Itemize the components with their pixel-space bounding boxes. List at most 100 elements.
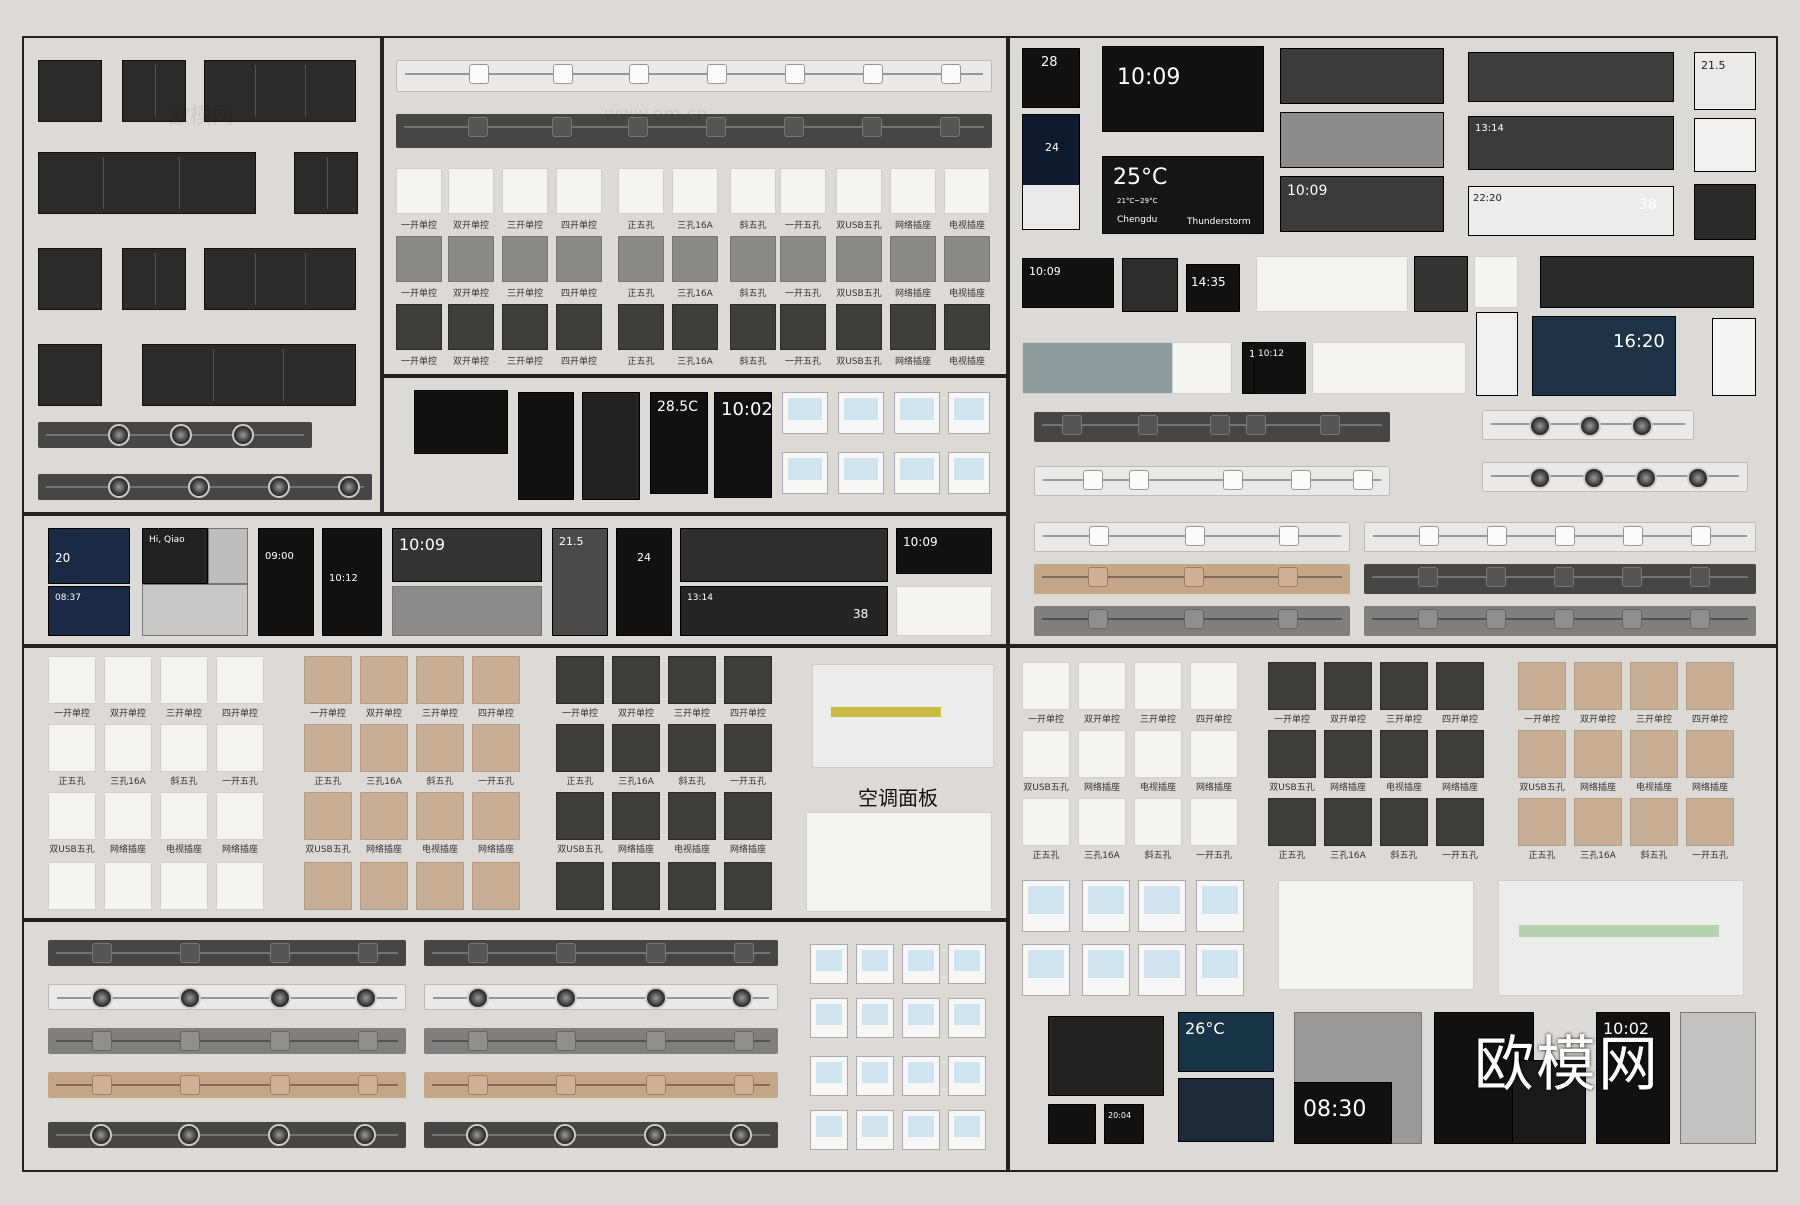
switch-label: 一开五孔 bbox=[784, 289, 821, 299]
switch-tile bbox=[396, 304, 442, 350]
switch-tile bbox=[944, 236, 990, 282]
switch-label: 双开单控 bbox=[1083, 715, 1120, 725]
switch-tile bbox=[48, 656, 96, 704]
switch-label: 四开单控 bbox=[1441, 715, 1478, 725]
switch-tile bbox=[216, 792, 264, 840]
switch-tile bbox=[1078, 798, 1126, 846]
thermostat bbox=[948, 1110, 986, 1150]
switch-label: 正五孔 bbox=[1528, 851, 1556, 861]
smart-screen: 10:09 bbox=[896, 528, 992, 574]
smart-panel bbox=[1694, 118, 1756, 172]
switch-label: 三开单控 bbox=[506, 357, 543, 367]
switch-label: 一开五孔 bbox=[784, 357, 821, 367]
switch-label: 双开单控 bbox=[1579, 715, 1616, 725]
track-socket bbox=[424, 1122, 778, 1148]
switch-label: 四开单控 bbox=[560, 221, 597, 231]
smart-panel: 21.5 bbox=[1694, 52, 1756, 110]
smart-panel-white bbox=[1312, 342, 1466, 394]
smart-panel bbox=[1468, 52, 1674, 102]
track-socket bbox=[424, 940, 778, 966]
switch-label: 一开五孔 bbox=[784, 221, 821, 231]
smart-panel bbox=[1280, 48, 1444, 104]
switch-label: 网络插座 bbox=[109, 845, 146, 855]
switch-label: 双USB五孔 bbox=[49, 845, 95, 855]
switch-tile bbox=[556, 236, 602, 282]
switch-tile bbox=[724, 862, 772, 910]
thermostat bbox=[948, 1056, 986, 1096]
thermostat bbox=[1138, 944, 1186, 996]
thermostat bbox=[1022, 944, 1070, 996]
switch-label: 斜五孔 bbox=[426, 777, 454, 787]
switch-tile bbox=[1436, 662, 1484, 710]
switch-label: 斜五孔 bbox=[1640, 851, 1668, 861]
track-socket bbox=[1034, 564, 1350, 594]
switch-label: 网络插座 bbox=[1691, 783, 1728, 793]
switch-tile bbox=[304, 862, 352, 910]
smart-panel bbox=[1540, 256, 1754, 308]
switch-tile bbox=[836, 168, 882, 214]
switch-label: 双USB五孔 bbox=[836, 289, 882, 299]
switch-tile bbox=[668, 862, 716, 910]
track-socket bbox=[48, 1122, 406, 1148]
switch-label: 网络插座 bbox=[1195, 783, 1232, 793]
switch-tile bbox=[1686, 662, 1734, 710]
thermostat bbox=[838, 392, 884, 434]
switch-tile bbox=[1324, 730, 1372, 778]
switch-tile bbox=[672, 236, 718, 282]
switch-tile bbox=[1022, 730, 1070, 778]
switch-tile bbox=[890, 168, 936, 214]
thermostat bbox=[856, 1056, 894, 1096]
track-socket bbox=[1364, 522, 1756, 552]
distribution-box bbox=[1498, 880, 1744, 996]
track-socket-white bbox=[396, 60, 992, 92]
switch-label: 网络插座 bbox=[729, 845, 766, 855]
smart-screen: 28 bbox=[1022, 48, 1080, 108]
thermostat-display: 28.5C bbox=[650, 392, 708, 494]
switch-tile bbox=[1380, 798, 1428, 846]
switch-label: 三孔16A bbox=[618, 777, 654, 787]
smart-screen: 10:09 bbox=[392, 528, 542, 582]
distribution-box bbox=[812, 664, 994, 768]
smart-panel bbox=[1414, 256, 1468, 312]
switch-label: 三开单控 bbox=[165, 709, 202, 719]
switch-tile bbox=[160, 862, 208, 910]
switch-tile bbox=[472, 656, 520, 704]
switch-label: 双USB五孔 bbox=[557, 845, 603, 855]
smart-switch-screen bbox=[38, 248, 102, 310]
smart-panel-body bbox=[142, 584, 248, 636]
thermostat bbox=[1082, 944, 1130, 996]
switch-label: 三孔16A bbox=[110, 777, 146, 787]
switch-single bbox=[38, 344, 102, 406]
switch-tile bbox=[1574, 662, 1622, 710]
switch-label: 四开单控 bbox=[560, 357, 597, 367]
thermostat bbox=[782, 452, 828, 494]
switch-tile bbox=[472, 862, 520, 910]
switch-tile bbox=[502, 236, 548, 282]
switch-double bbox=[294, 152, 358, 214]
switch-label: 正五孔 bbox=[58, 777, 86, 787]
switch-label: 电视插座 bbox=[165, 845, 202, 855]
thermostat bbox=[948, 392, 990, 434]
thermostat bbox=[894, 392, 940, 434]
switch-label: 一开单控 bbox=[400, 357, 437, 367]
switch-tile bbox=[472, 724, 520, 772]
smart-switch-screen bbox=[38, 60, 102, 122]
thermostat bbox=[810, 998, 848, 1038]
switch-tile bbox=[1380, 662, 1428, 710]
switch-label: 斜五孔 bbox=[170, 777, 198, 787]
smart-screen: 21.5 bbox=[552, 528, 608, 636]
switch-tile bbox=[944, 168, 990, 214]
switch-label: 电视插座 bbox=[1385, 783, 1422, 793]
smart-panel-body bbox=[896, 586, 992, 636]
track-socket bbox=[424, 984, 778, 1010]
switch-tile bbox=[836, 304, 882, 350]
switch-tile bbox=[668, 724, 716, 772]
switch-label: 一开单控 bbox=[1027, 715, 1064, 725]
switch-tile bbox=[1134, 730, 1182, 778]
smart-screen bbox=[680, 528, 888, 582]
intercom-screen bbox=[414, 390, 508, 454]
switch-tile bbox=[360, 862, 408, 910]
switch-label: 三开单控 bbox=[1385, 715, 1422, 725]
switch-label: 双开单控 bbox=[452, 221, 489, 231]
switch-tile bbox=[396, 236, 442, 282]
